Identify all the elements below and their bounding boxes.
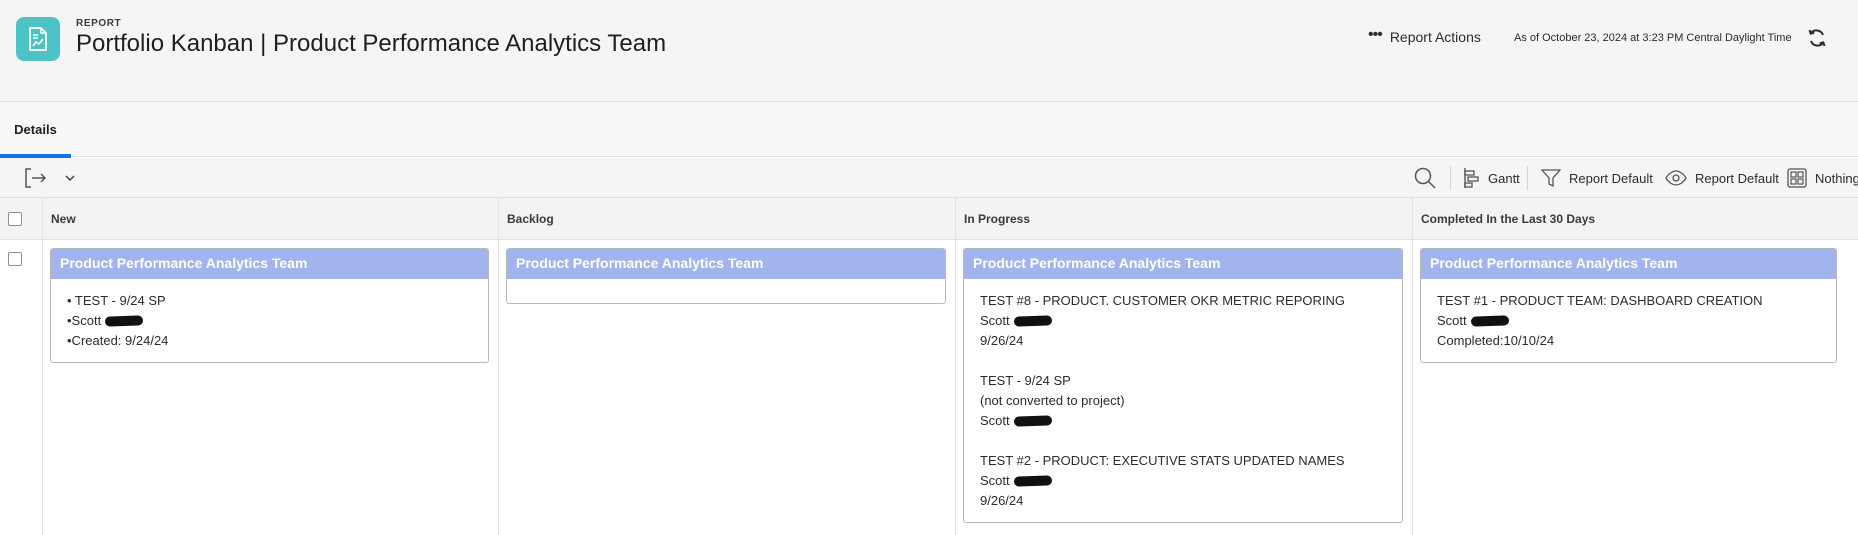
card-body: TEST #1 - PRODUCT TEAM: DASHBOARD CREATI… [1421, 279, 1836, 351]
filter-label: Report Default [1569, 170, 1653, 186]
card-text: 9/26/24 [980, 493, 1024, 508]
filter-button[interactable]: Report Default [1541, 167, 1653, 189]
card-body: • TEST - 9/24 SP •Scott •Created: 9/24/2… [51, 279, 488, 351]
toolbar-divider [1450, 166, 1451, 190]
select-all-checkbox[interactable] [8, 212, 22, 226]
column-header-in-progress: In Progress [955, 198, 1412, 240]
card-text: TEST #2 - PRODUCT: EXECUTIVE STATS UPDAT… [980, 453, 1345, 468]
card-text: Scott [1437, 313, 1467, 328]
card-line: (not converted to project) [980, 391, 1402, 411]
report-actions-label: Report Actions [1389, 29, 1481, 45]
redaction-mark [1013, 475, 1052, 487]
kanban-card[interactable]: Product Performance Analytics Team TEST … [963, 248, 1403, 523]
select-column-header [0, 198, 42, 240]
card-title[interactable]: Product Performance Analytics Team [51, 249, 488, 279]
column-title: New [51, 211, 76, 226]
as-of-timestamp: As of October 23, 2024 at 3:23 PM Centra… [1514, 32, 1792, 44]
column-title: Completed In the Last 30 Days [1421, 211, 1596, 226]
kanban-card[interactable]: Product Performance Analytics Team • TES… [50, 248, 489, 363]
card-text: 9/26/24 [980, 333, 1024, 348]
gantt-icon [1464, 168, 1479, 188]
column-header-new: New [42, 198, 498, 240]
card-line: Scott [980, 311, 1402, 331]
card-text: Scott [980, 473, 1010, 488]
eye-icon [1665, 170, 1687, 186]
card-text: Completed:10/10/24 [1437, 333, 1555, 348]
card-text: •Created: 9/24/24 [67, 333, 169, 348]
chevron-down-icon[interactable] [63, 171, 77, 185]
kanban-card[interactable]: Product Performance Analytics Team [506, 248, 946, 304]
search-icon[interactable] [1413, 166, 1437, 190]
kanban-card[interactable]: Product Performance Analytics Team TEST … [1420, 248, 1837, 363]
card-line: TEST - 9/24 SP [980, 371, 1402, 391]
view-button[interactable]: Report Default [1665, 167, 1779, 189]
gantt-button[interactable]: Gantt [1462, 167, 1520, 189]
card-text: Scott [980, 413, 1010, 428]
card-line: TEST #8 - PRODUCT. CUSTOMER OKR METRIC R… [980, 291, 1402, 311]
report-header: REPORT Portfolio Kanban | Product Perfor… [0, 0, 1858, 102]
column-header-backlog: Backlog [498, 198, 955, 240]
column-header-completed: Completed In the Last 30 Days [1412, 198, 1858, 240]
grid-icon [1787, 168, 1807, 188]
more-dots-icon: ••• [1368, 26, 1383, 43]
redaction-mark [1013, 315, 1052, 327]
redaction-mark [105, 315, 144, 327]
card-title[interactable]: Product Performance Analytics Team [964, 249, 1402, 279]
card-line: • TEST - 9/24 SP [67, 291, 488, 311]
card-line: Scott [1437, 311, 1836, 331]
page-title: Portfolio Kanban | Product Performance A… [76, 30, 667, 57]
card-line: TEST #1 - PRODUCT TEAM: DASHBOARD CREATI… [1437, 291, 1836, 311]
column-title: Backlog [507, 211, 554, 226]
card-text: Scott [980, 313, 1010, 328]
column-divider [955, 198, 956, 535]
tab-bar: Details [0, 102, 1858, 158]
column-divider [1412, 198, 1413, 535]
card-line: 9/26/24 [980, 331, 1402, 351]
redaction-mark [1470, 315, 1509, 327]
card-text: TEST - 9/24 SP [980, 373, 1071, 388]
tab-details[interactable]: Details [0, 102, 71, 158]
column-divider [42, 198, 43, 535]
redaction-mark [1013, 415, 1052, 427]
card-line: TEST #2 - PRODUCT: EXECUTIVE STATS UPDAT… [980, 451, 1402, 471]
refresh-icon[interactable] [1806, 27, 1828, 49]
report-actions-button[interactable]: ••• Report Actions [1368, 26, 1481, 46]
card-text: •Scott [67, 313, 102, 328]
card-text: • TEST - 9/24 SP [67, 293, 166, 308]
tab-details-label: Details [14, 122, 57, 137]
card-line: Completed:10/10/24 [1437, 331, 1836, 351]
row-checkbox[interactable] [8, 252, 22, 266]
column-divider [498, 198, 499, 535]
grouping-button[interactable]: Nothing [1787, 167, 1858, 189]
card-title[interactable]: Product Performance Analytics Team [507, 249, 945, 279]
grouping-label: Nothing [1815, 170, 1858, 186]
card-line: Scott [980, 411, 1402, 431]
toolbar-divider [1527, 166, 1528, 190]
card-body: TEST #8 - PRODUCT. CUSTOMER OKR METRIC R… [964, 279, 1402, 511]
column-title: In Progress [964, 211, 1031, 226]
card-line: •Created: 9/24/24 [67, 331, 488, 351]
gantt-label: Gantt [1488, 170, 1520, 186]
card-text: TEST #1 - PRODUCT TEAM: DASHBOARD CREATI… [1437, 293, 1763, 308]
export-icon[interactable] [24, 167, 48, 189]
card-line: •Scott [67, 311, 488, 331]
card-line: Scott [980, 471, 1402, 491]
card-text: TEST #8 - PRODUCT. CUSTOMER OKR METRIC R… [980, 293, 1346, 308]
toolbar: Gantt Report Default Report Default Noth… [0, 158, 1858, 198]
filter-icon [1541, 169, 1561, 188]
report-kicker: REPORT [76, 18, 122, 29]
card-text: (not converted to project) [980, 393, 1125, 408]
card-title[interactable]: Product Performance Analytics Team [1421, 249, 1836, 279]
report-icon [16, 17, 60, 61]
card-line: 9/26/24 [980, 491, 1402, 511]
view-label: Report Default [1695, 170, 1779, 186]
